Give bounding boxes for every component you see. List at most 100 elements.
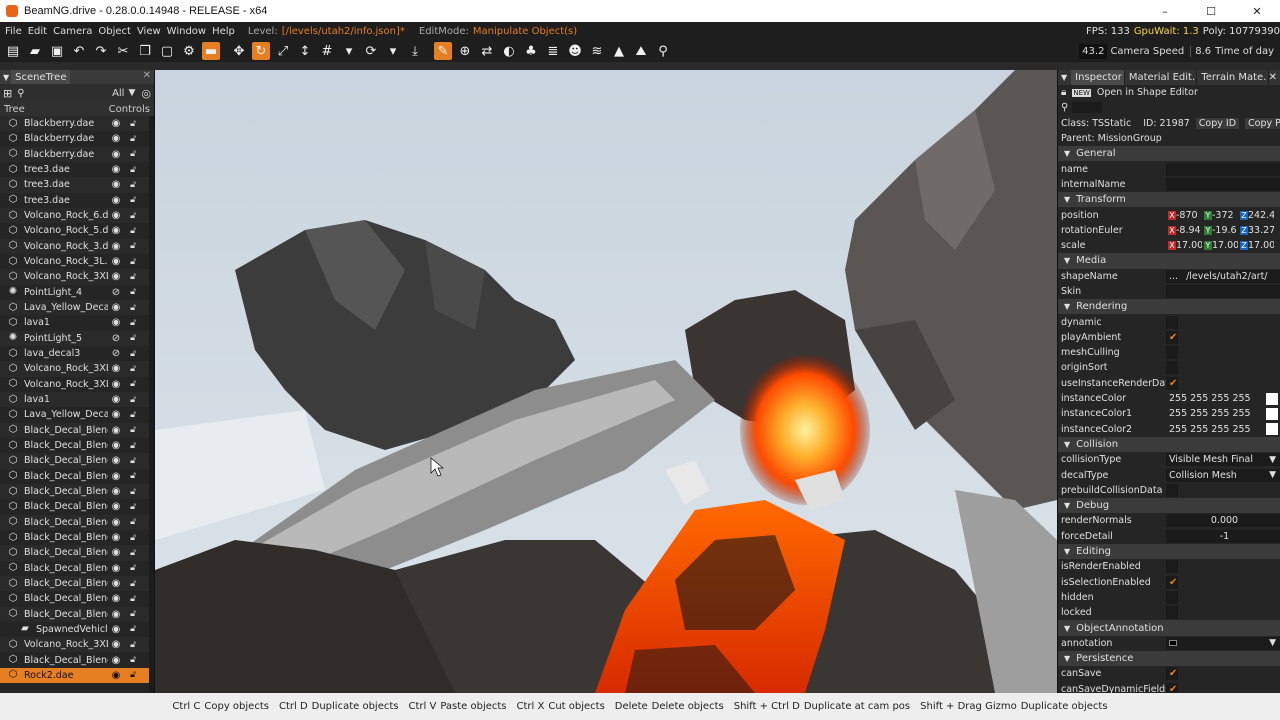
bicycle-icon[interactable]: ⚲ (654, 42, 672, 60)
search-icon[interactable]: ⚲ (17, 88, 24, 99)
lock-icon[interactable]: 🔓︎ (128, 441, 138, 451)
browse-button[interactable]: ... (1169, 271, 1178, 282)
layers-icon[interactable]: ≣ (544, 42, 562, 60)
tab-terrain-material[interactable]: Terrain Mate. (1197, 70, 1269, 85)
lock-icon[interactable]: 🔓︎ (128, 333, 138, 343)
color-swatch[interactable] (1266, 423, 1278, 436)
collapse-icon[interactable]: ▼ (3, 73, 9, 82)
lock-icon[interactable]: 🔓︎ (128, 395, 138, 405)
eye-icon[interactable]: ◉ (110, 363, 122, 374)
drop-to-ground-icon[interactable]: ⤓ (406, 42, 424, 60)
eye-off-icon[interactable]: ⊘ (110, 287, 122, 298)
lock-icon[interactable]: 🔓︎ (128, 257, 138, 267)
eye-icon[interactable]: ◉ (110, 440, 122, 451)
eye-off-icon[interactable]: ⊘ (110, 333, 122, 344)
instancecolor1-input[interactable]: 255 255 255 255 (1166, 407, 1280, 421)
rotation-x-input[interactable]: -8.94 (1176, 225, 1202, 236)
redo-icon[interactable]: ↷ (92, 42, 110, 60)
minimize-button[interactable]: – (1142, 0, 1188, 22)
rotation-y-input[interactable]: -19.6 (1212, 225, 1238, 236)
scene-tree-scrollbar[interactable] (149, 116, 154, 692)
lock-icon[interactable]: 🔓︎ (128, 134, 138, 144)
lock-icon[interactable]: 🔓︎ (128, 471, 138, 481)
eye-icon[interactable]: ◉ (110, 624, 122, 635)
target-icon[interactable]: ◎ (141, 87, 151, 100)
tree-item[interactable]: ⬡ Volcano_Rock_3.da ◉ 🔓︎ (0, 238, 150, 254)
tree-item[interactable]: ⬡ Black_Decal_Blend ◉ 🔓︎ (0, 438, 150, 453)
eye-icon[interactable]: ◉ (110, 425, 122, 436)
eye-icon[interactable]: ◉ (110, 179, 122, 190)
tree-item[interactable]: ⬡ Lava_Yellow_Decal_ ◉ 🔓︎ (0, 407, 150, 422)
forest-icon[interactable]: ♣ (522, 42, 540, 60)
save-icon[interactable]: ▣ (48, 42, 66, 60)
tree-item[interactable]: ⬡ Black_Decal_Blend ◉ 🔓︎ (0, 545, 150, 561)
decaltype-dropdown[interactable]: Collision Mesh ▼ (1166, 468, 1280, 482)
lock-icon[interactable]: 🔓︎ (128, 318, 138, 328)
tree-item[interactable]: ⬡ Black_Decal_Blend ◉ 🔓︎ (0, 575, 150, 592)
close-icon[interactable]: ✕ (143, 70, 151, 81)
cut-icon[interactable]: ✂ (114, 42, 132, 60)
eye-icon[interactable]: ◉ (110, 271, 122, 282)
inspector-search-input[interactable] (1072, 102, 1103, 114)
section-objectannotation[interactable]: ▼ ObjectAnnotation (1058, 620, 1280, 636)
scale-icon[interactable]: ⤢ (274, 42, 292, 60)
lock-icon[interactable]: 🔓︎ (128, 180, 138, 190)
prebuildcollisiondata-checkbox[interactable] (1166, 483, 1178, 497)
lock-icon[interactable]: 🔓︎ (128, 655, 138, 665)
lock-icon[interactable]: 🔒︎ (1061, 87, 1066, 98)
tab-material-editor[interactable]: Material Edit. (1125, 70, 1198, 85)
tree-item[interactable]: ⬡ Blackberry.dae ◉ 🔓︎ (0, 146, 150, 162)
lock-icon[interactable]: 🔓︎ (128, 517, 138, 527)
pencil-icon[interactable]: ✎ (434, 42, 452, 60)
lock-icon[interactable]: 🔓︎ (128, 119, 138, 129)
tree-item[interactable]: ⬡ Black_Decal_Blend ◉ 🔓︎ (0, 606, 150, 622)
dynamic-checkbox[interactable] (1166, 315, 1178, 329)
tree-item[interactable]: ⬡ Black_Decal_Blend ◉ 🔓︎ (0, 514, 150, 530)
annotation-dropdown[interactable]: ▼ (1166, 636, 1280, 650)
lock-icon[interactable]: 🔓︎ (128, 563, 138, 573)
menu-window[interactable]: Window (164, 26, 209, 37)
rotation-z-input[interactable]: 33.27 (1248, 225, 1274, 236)
scale-x-input[interactable]: 17.00 (1176, 240, 1202, 251)
lock-icon[interactable]: 🔓︎ (128, 533, 138, 543)
dropdown-icon[interactable]: ▾ (384, 42, 402, 60)
section-media[interactable]: ▼ Media (1058, 253, 1280, 269)
eye-icon[interactable]: ◉ (110, 409, 122, 420)
collapse-icon[interactable]: ▼ (1061, 70, 1067, 85)
chevron-down-icon[interactable]: ▼ (128, 88, 135, 98)
eye-icon[interactable]: ◉ (110, 149, 122, 160)
viewport-3d[interactable] (155, 70, 1057, 693)
lock-icon[interactable]: 🔓︎ (128, 226, 138, 236)
position-y-input[interactable]: -372 (1212, 210, 1238, 221)
lock-icon[interactable]: 🔓︎ (128, 548, 138, 558)
section-collision[interactable]: ▼ Collision (1058, 436, 1280, 453)
tree-item[interactable]: ⬡ Black_Decal_Blend ◉ 🔓︎ (0, 422, 150, 438)
add-group-icon[interactable]: ⊞ (3, 87, 12, 100)
hidden-checkbox[interactable] (1166, 590, 1178, 604)
tree-item[interactable]: ⬡ Volcano_Rock_3XL. ◉ 🔓︎ (0, 637, 150, 653)
eye-icon[interactable]: ◉ (110, 317, 122, 328)
eye-icon[interactable]: ◉ (110, 394, 122, 405)
instancecolor-input[interactable]: 255 255 255 255 (1166, 392, 1280, 406)
eye-icon[interactable]: ◉ (110, 532, 122, 543)
maximize-button[interactable]: ☐ (1188, 0, 1234, 22)
section-persistence[interactable]: ▼ Persistence (1058, 650, 1280, 667)
filter-dropdown[interactable]: All (112, 88, 124, 99)
lock-icon[interactable]: 🔓︎ (128, 640, 138, 650)
eye-icon[interactable]: ◉ (110, 593, 122, 604)
copy-icon[interactable]: ❐ (136, 42, 154, 60)
copy-pid-button[interactable]: Copy PID (1245, 117, 1280, 129)
tree-item[interactable]: ⬡ lava1 ◉ 🔓︎ (0, 391, 150, 408)
open-shape-editor-button[interactable]: Open in Shape Editor (1097, 87, 1198, 98)
tree-item[interactable]: ▰ SpawnedVehicle ◉ 🔓︎ (0, 622, 150, 637)
eye-icon[interactable]: ◉ (110, 501, 122, 512)
vehicle-icon[interactable]: ▬ (202, 42, 220, 60)
lock-icon[interactable]: 🔓︎ (128, 165, 138, 175)
tree-item[interactable]: ⬡ Black_Decal_Blend ◉ 🔓︎ (0, 652, 150, 667)
eye-icon[interactable]: ◉ (110, 225, 122, 236)
playambient-checkbox[interactable]: ✔ (1166, 330, 1178, 344)
lock-icon[interactable]: 🔓︎ (128, 425, 138, 435)
settings-icon[interactable]: ⚙ (180, 42, 198, 60)
tab-inspector[interactable]: Inspector (1071, 70, 1125, 85)
tree-item[interactable]: ⬡ Black_Decal_Blend ◉ 🔓︎ (0, 483, 150, 500)
